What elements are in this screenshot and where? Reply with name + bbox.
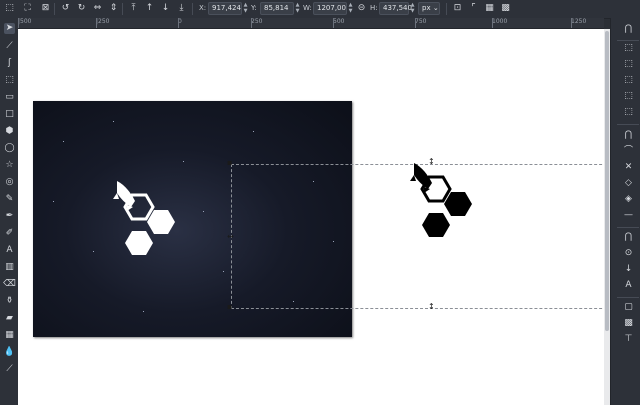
calligraphy-tool-icon[interactable]: ✐: [4, 228, 15, 239]
move-patterns-icon[interactable]: ▩: [500, 3, 511, 14]
w-spinner[interactable]: ▲ ▼: [347, 2, 354, 15]
paint-bucket-tool-icon[interactable]: ⚱: [4, 296, 15, 307]
rotate-ccw-icon[interactable]: ↺: [60, 3, 71, 14]
ruler-label: |500: [18, 18, 32, 25]
resize-handle-top-left[interactable]: ▪: [227, 159, 232, 167]
toolbox: ➤ ⟋ ʃ ⬚ ▭ □ ⬢ ◯ ☆ ◎ ✎ ✒ ✐ A ▥ ⌫ ⚱ ▰ ▦ 💧 …: [0, 18, 18, 405]
snap-text-baseline-icon[interactable]: ↓: [623, 264, 634, 275]
scrollbar-thumb[interactable]: [605, 31, 609, 331]
dropper-tool-icon[interactable]: 💧: [4, 347, 15, 358]
snap-grid-icon[interactable]: ▩: [623, 318, 634, 329]
ruler-label: 750: [415, 18, 427, 25]
w-field[interactable]: 1207,00: [313, 2, 347, 15]
raise-icon[interactable]: ↑: [144, 3, 155, 14]
ruler-label: 1250: [571, 18, 587, 25]
ellipse-tool-icon[interactable]: ◯: [4, 143, 15, 154]
resize-handle-left[interactable]: ↔: [227, 233, 234, 241]
y-label: Y:: [251, 4, 257, 12]
lock-ratio-icon[interactable]: ⊝: [356, 3, 367, 14]
snap-page-border-icon[interactable]: ▢: [623, 302, 634, 313]
x-label: X:: [199, 4, 207, 12]
w-label: W:: [303, 4, 312, 12]
deselect-icon[interactable]: ⊠: [40, 3, 51, 14]
select-all-layers-icon[interactable]: ⛶: [22, 3, 33, 14]
zoom-tool-icon[interactable]: ⬚: [4, 75, 15, 86]
snap-bbox-center-icon[interactable]: ⬚: [623, 107, 634, 118]
3d-box-tool-icon[interactable]: ⬢: [4, 126, 15, 137]
canvas[interactable]: ▪ ↔ ▪ ↕ ↕: [18, 29, 622, 405]
resize-handle-bottom[interactable]: ↕: [428, 303, 435, 311]
snap-toggle-icon[interactable]: ⋂: [623, 24, 634, 35]
tool-controls-bar: ⬚ ⛶ ⊠ ↺ ↻ ⇔ ⇕ ⤒ ↑ ↓ ⤓ X: 917,424 ▲ ▼ Y: 8…: [0, 0, 640, 19]
mesh-tool-icon[interactable]: ▦: [4, 330, 15, 341]
snap-text-icon[interactable]: A: [623, 280, 634, 291]
pencil-tool-icon[interactable]: ✎: [4, 194, 15, 205]
raise-to-top-icon[interactable]: ⤒: [128, 3, 139, 14]
snap-cusp-icon[interactable]: ◇: [623, 178, 634, 189]
snap-path-icon[interactable]: ⌒: [623, 146, 634, 157]
snap-bbox-edge-icon[interactable]: ⬚: [623, 59, 634, 70]
h-label: H:: [370, 4, 378, 12]
snap-line-midpoint-icon[interactable]: —: [623, 210, 634, 221]
ruler-label: 250: [251, 18, 263, 25]
resize-handle-bottom-left[interactable]: ▪: [227, 303, 232, 311]
snap-bbox-corner-icon[interactable]: ⬚: [623, 75, 634, 86]
logo-white[interactable]: [107, 179, 187, 263]
x-spinner[interactable]: ▲ ▼: [242, 2, 249, 15]
measure-tool-icon[interactable]: ▭: [4, 92, 15, 103]
flip-horizontal-icon[interactable]: ⇔: [92, 3, 103, 14]
snap-bbox-midpoint-icon[interactable]: ⬚: [623, 91, 634, 102]
horizontal-ruler[interactable]: |500 |250 0 250 500 750 1000 1250: [18, 18, 604, 29]
h-spinner[interactable]: ▲ ▼: [409, 2, 416, 15]
lower-to-bottom-icon[interactable]: ⤓: [176, 3, 187, 14]
snap-rotation-center-icon[interactable]: ⊙: [623, 248, 634, 259]
gradient-tool-icon[interactable]: ▰: [4, 313, 15, 324]
unit-select[interactable]: px ⌄: [418, 2, 440, 15]
select-all-icon[interactable]: ⬚: [4, 3, 15, 14]
tweak-tool-icon[interactable]: ʃ: [4, 58, 15, 69]
chevron-down-icon: ⌄: [432, 4, 439, 12]
snap-smooth-icon[interactable]: ◈: [623, 194, 634, 205]
snap-bbox-icon[interactable]: ⬚: [623, 43, 634, 54]
selector-tool-icon[interactable]: ➤: [4, 23, 15, 34]
y-field[interactable]: 85,814: [260, 2, 294, 15]
pen-tool-icon[interactable]: ✒: [4, 211, 15, 222]
y-spinner[interactable]: ▲ ▼: [294, 2, 301, 15]
unit-value: px: [422, 4, 431, 12]
scale-stroke-icon[interactable]: ⊡: [452, 3, 463, 14]
snap-guide-icon[interactable]: ⊤: [623, 334, 634, 345]
h-field[interactable]: 437,540: [379, 2, 412, 15]
snap-object-center-icon[interactable]: ⋂: [623, 232, 634, 243]
spray-tool-icon[interactable]: ▥: [4, 262, 15, 273]
ruler-label: 1000: [492, 18, 508, 25]
snap-intersection-icon[interactable]: ✕: [623, 162, 634, 173]
node-tool-icon[interactable]: ⟋: [4, 41, 15, 52]
x-field[interactable]: 917,424: [208, 2, 242, 15]
snap-controls-bar: ⋂ ⬚ ⬚ ⬚ ⬚ ⬚ ⋂ ⌒ ✕ ◇ ◈ — ⋂ ⊙ ↓ A ▢ ▩ ⊤: [610, 18, 640, 405]
ruler-label: 500: [333, 18, 345, 25]
scale-corners-icon[interactable]: ⌜: [468, 3, 479, 14]
ruler-label: |250: [96, 18, 110, 25]
text-tool-icon[interactable]: A: [4, 245, 15, 256]
eraser-tool-icon[interactable]: ⌫: [3, 279, 16, 290]
rotate-cw-icon[interactable]: ↻: [76, 3, 87, 14]
logo-black[interactable]: [404, 161, 484, 245]
star-tool-icon[interactable]: ☆: [4, 160, 15, 171]
rectangle-tool-icon[interactable]: □: [4, 109, 15, 120]
connector-tool-icon[interactable]: ⟋: [4, 364, 15, 375]
move-gradients-icon[interactable]: ▦: [484, 3, 495, 14]
lower-icon[interactable]: ↓: [160, 3, 171, 14]
flip-vertical-icon[interactable]: ⇕: [108, 3, 119, 14]
snap-nodes-icon[interactable]: ⋂: [623, 130, 634, 141]
spiral-tool-icon[interactable]: ◎: [4, 177, 15, 188]
